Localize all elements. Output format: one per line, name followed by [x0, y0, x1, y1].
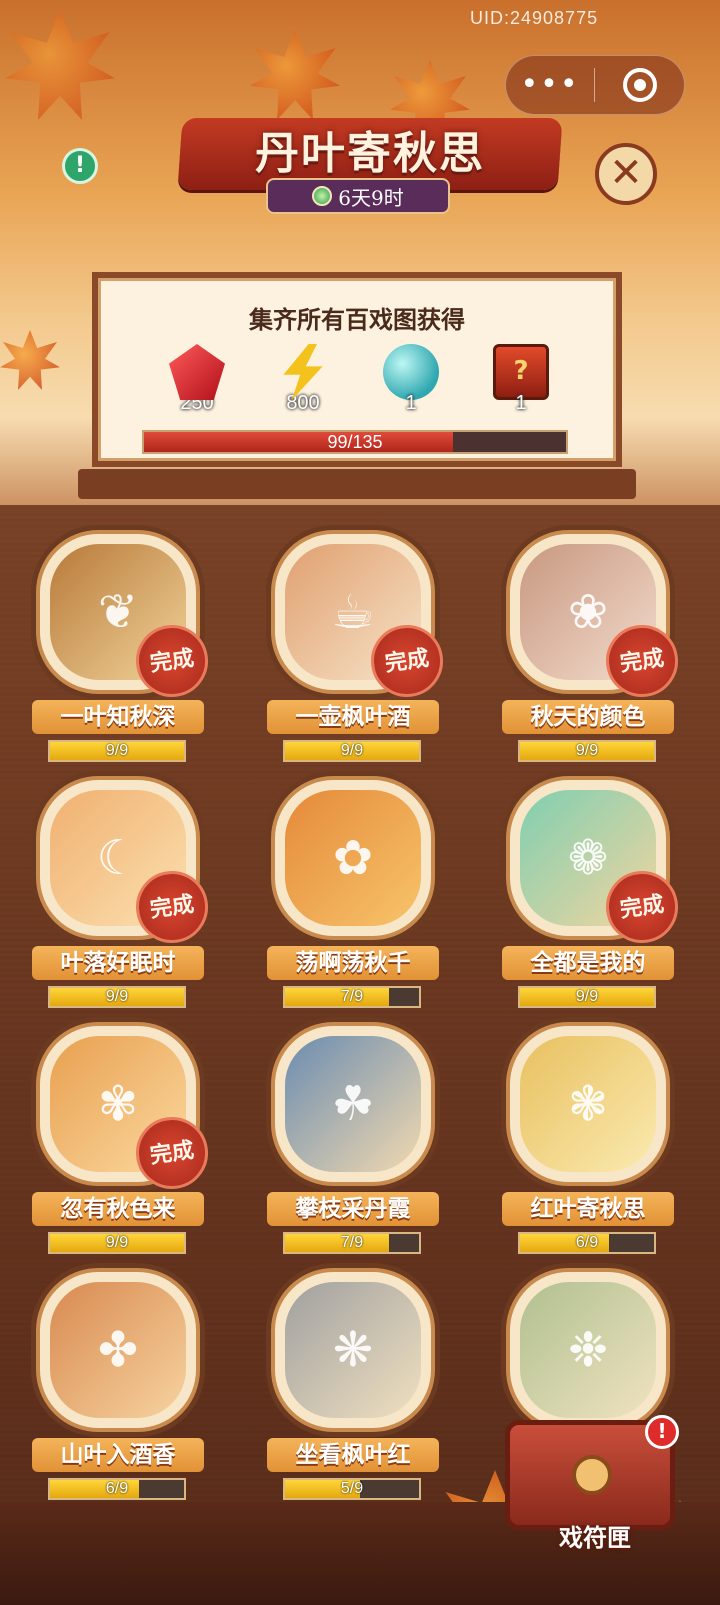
two-ladies-icon: ❉ [520, 1282, 656, 1418]
reward-board: 集齐所有百戏图获得 250 800 1 ? 1 99/135 [78, 272, 636, 499]
collection-card[interactable]: ❦ 完成 一叶知秋深 9/9 [18, 530, 218, 762]
collection-card[interactable]: ❁ 完成 全都是我的 9/9 [488, 776, 688, 1008]
card-progress-bar: 6/9 [48, 1478, 186, 1500]
card-progress-text: 6/9 [105, 1480, 129, 1497]
collection-card[interactable]: ☕ 完成 一壶枫叶酒 9/9 [253, 530, 453, 762]
card-frame: ✿ [271, 776, 435, 940]
card-frame: ✤ [36, 1268, 200, 1432]
collection-card[interactable]: ✾ 完成 忽有秋色来 9/9 [18, 1022, 218, 1254]
timer-text: 6天9时 [338, 185, 404, 210]
noble-lady-icon: ✤ [50, 1282, 186, 1418]
card-frame: ❉ [506, 1268, 670, 1432]
close-button[interactable]: ✕ [595, 143, 657, 205]
card-progress-bar: 9/9 [48, 740, 186, 762]
alert-badge: ! [645, 1415, 679, 1449]
maple-leaf-icon [250, 30, 340, 120]
collection-card[interactable]: ✤ 山叶入酒香 6/9 [18, 1268, 218, 1500]
chest-label: 戏符匣 [559, 1523, 631, 1552]
card-progress-bar: 9/9 [518, 740, 656, 762]
card-progress-bar: 6/9 [518, 1232, 656, 1254]
card-title: 一叶知秋深 [32, 700, 204, 734]
info-button[interactable]: ! [62, 148, 98, 184]
card-frame: ❋ [271, 1268, 435, 1432]
card-progress-text: 9/9 [105, 988, 129, 1005]
card-title: 忽有秋色来 [32, 1192, 204, 1226]
clock-drop-icon [312, 186, 333, 206]
card-progress-bar: 9/9 [283, 740, 421, 762]
reward-count: 1 [405, 392, 417, 414]
card-progress-bar: 7/9 [283, 1232, 421, 1254]
card-progress-text: 6/9 [575, 1234, 599, 1251]
mini-program-capsule: ••• [505, 55, 685, 115]
card-title: 坐看枫叶红 [267, 1438, 439, 1472]
card-progress-text: 9/9 [105, 1234, 129, 1251]
maple-leaf-icon [0, 330, 60, 390]
reward-count: 1 [515, 392, 527, 414]
card-progress-text: 7/9 [340, 1234, 364, 1251]
event-timer: 6天9时 [268, 180, 448, 212]
reward-chest[interactable]: ? 1 [486, 344, 556, 415]
card-frame: ☘ [271, 1022, 435, 1186]
reward-lightning[interactable]: 800 [268, 344, 338, 415]
card-title: 叶落好眠时 [32, 946, 204, 980]
card-title: 一壶枫叶酒 [267, 700, 439, 734]
card-progress-text: 9/9 [575, 742, 599, 759]
collection-card[interactable]: ✿ 荡啊荡秋千 7/9 [253, 776, 453, 1008]
more-button[interactable]: ••• [506, 55, 594, 115]
target-icon [622, 68, 657, 102]
reward-ruby[interactable]: 250 [162, 344, 232, 415]
card-frame: ❃ [506, 1022, 670, 1186]
card-progress-text: 9/9 [340, 742, 364, 759]
card-progress-bar: 9/9 [48, 986, 186, 1008]
card-progress-text: 7/9 [340, 988, 364, 1005]
collection-progress-text: 99/135 [327, 432, 383, 452]
chest-lock-icon [572, 1455, 612, 1495]
reward-board-title: 集齐所有百戏图获得 [249, 305, 465, 334]
uid-label: UID:24908775 [470, 8, 599, 28]
card-title: 荡啊荡秋千 [267, 946, 439, 980]
card-progress-text: 5/9 [340, 1480, 364, 1497]
card-title: 红叶寄秋思 [502, 1192, 674, 1226]
collection-progress-bar: 99/135 [142, 430, 568, 454]
reward-count: 800 [286, 392, 320, 414]
collection-card[interactable]: ☾ 完成 叶落好眠时 9/9 [18, 776, 218, 1008]
card-progress-bar: 7/9 [283, 986, 421, 1008]
card-title: 全都是我的 [502, 946, 674, 980]
card-title: 山叶入酒香 [32, 1438, 204, 1472]
card-title: 秋天的颜色 [502, 700, 674, 734]
yellow-robe-lady-icon: ❃ [520, 1036, 656, 1172]
card-progress-bar: 9/9 [48, 1232, 186, 1254]
collection-card[interactable]: ❋ 坐看枫叶红 5/9 [253, 1268, 453, 1500]
swing-cat-icon: ✿ [285, 790, 421, 926]
straw-hat-man-icon: ☘ [285, 1036, 421, 1172]
maple-leaf-icon [5, 10, 115, 120]
card-progress-text: 9/9 [575, 988, 599, 1005]
card-progress-bar: 5/9 [283, 1478, 421, 1500]
card-progress-text: 9/9 [105, 742, 129, 759]
collection-card[interactable]: ☘ 攀枝采丹霞 7/9 [253, 1022, 453, 1254]
card-progress-bar: 9/9 [518, 986, 656, 1008]
collection-card[interactable]: ❃ 红叶寄秋思 6/9 [488, 1022, 688, 1254]
reward-orb[interactable]: 1 [376, 344, 446, 415]
exit-mini-program-button[interactable] [595, 68, 684, 102]
collection-card[interactable]: ❀ 完成 秋天的颜色 9/9 [488, 530, 688, 762]
card-title: 攀枝采丹霞 [267, 1192, 439, 1226]
silver-hair-man-icon: ❋ [285, 1282, 421, 1418]
